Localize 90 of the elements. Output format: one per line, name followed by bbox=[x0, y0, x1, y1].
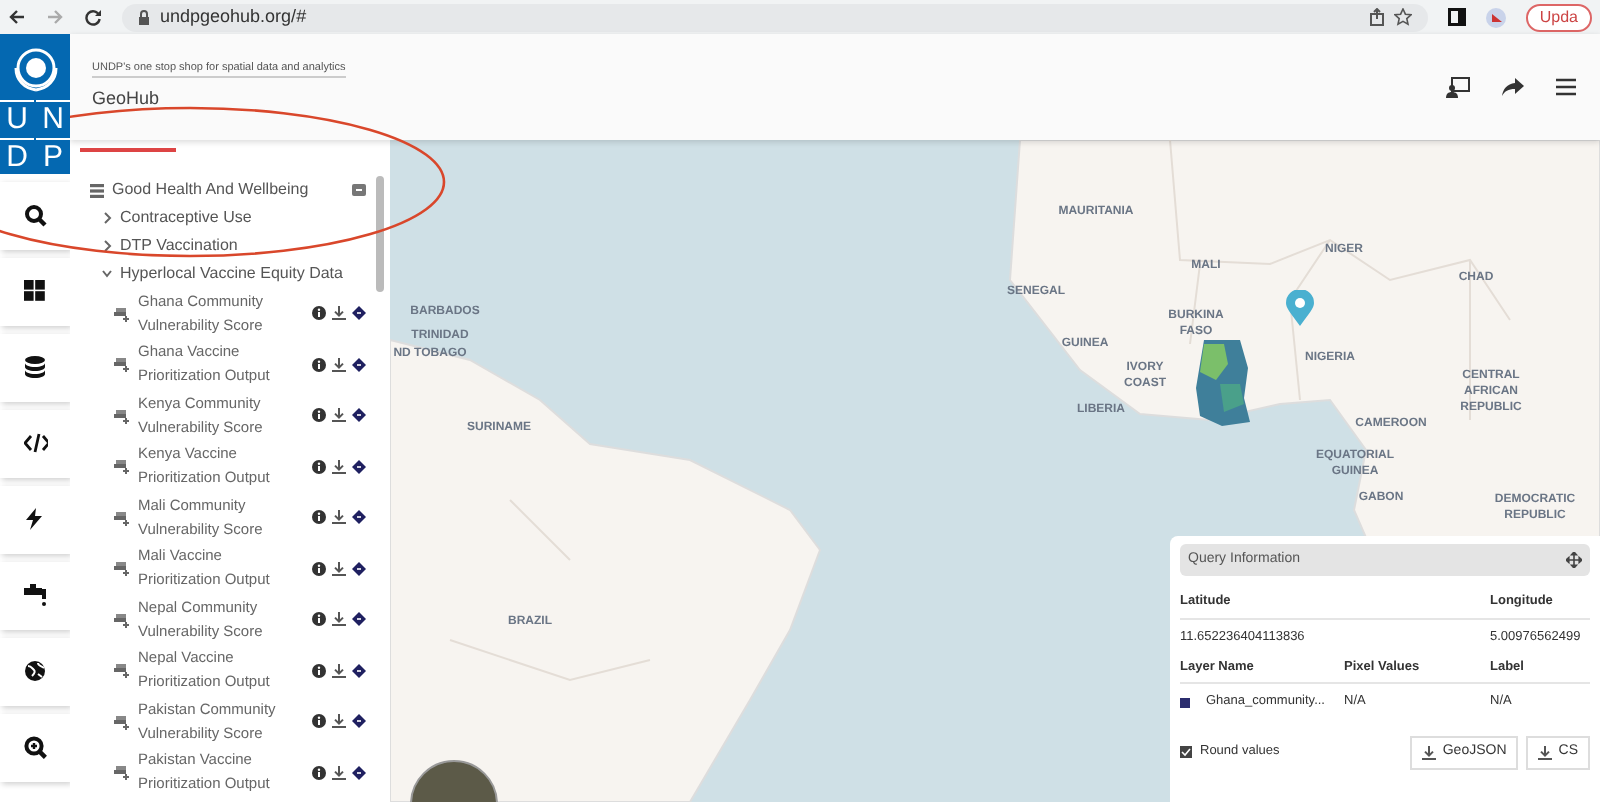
diamond-icon[interactable] bbox=[352, 612, 366, 627]
globe-icon bbox=[23, 660, 47, 684]
info-icon[interactable] bbox=[312, 408, 326, 423]
faucet-icon bbox=[23, 584, 47, 608]
diamond-icon[interactable] bbox=[352, 561, 366, 576]
dashboard-button[interactable] bbox=[0, 258, 70, 326]
download-icon[interactable] bbox=[332, 357, 346, 372]
download-icon[interactable] bbox=[332, 714, 346, 729]
info-icon[interactable] bbox=[312, 714, 326, 729]
info-icon[interactable] bbox=[312, 459, 326, 474]
layers-icon bbox=[114, 509, 132, 526]
diamond-icon[interactable] bbox=[352, 306, 366, 321]
layers-icon bbox=[114, 458, 132, 475]
search-icon bbox=[23, 204, 47, 228]
lock-icon bbox=[138, 9, 150, 25]
folder-label: DTP Vaccination bbox=[120, 234, 238, 258]
layers-icon bbox=[114, 662, 132, 679]
info-icon[interactable] bbox=[312, 663, 326, 678]
info-icon[interactable] bbox=[312, 357, 326, 372]
update-button[interactable]: Upda bbox=[1525, 3, 1592, 31]
globe-button[interactable] bbox=[0, 638, 70, 706]
layers-icon bbox=[114, 356, 132, 373]
faucet-button[interactable] bbox=[0, 562, 70, 630]
star-icon[interactable] bbox=[1393, 8, 1412, 26]
presentation-icon[interactable] bbox=[1446, 76, 1470, 98]
diamond-icon[interactable] bbox=[352, 357, 366, 372]
search-button[interactable] bbox=[0, 182, 70, 250]
info-icon[interactable] bbox=[312, 510, 326, 525]
info-icon[interactable] bbox=[312, 561, 326, 576]
layer-folder-row[interactable]: Hyperlocal Vaccine Equity Data bbox=[80, 260, 390, 288]
lightning-icon bbox=[23, 508, 47, 532]
share-icon[interactable] bbox=[1369, 8, 1384, 26]
info-icon[interactable] bbox=[312, 765, 326, 780]
collapse-icon[interactable] bbox=[352, 184, 366, 196]
undp-logo[interactable]: U N D P bbox=[0, 34, 70, 174]
list-icon bbox=[90, 183, 104, 197]
download-icon[interactable] bbox=[332, 612, 346, 627]
download-icon[interactable] bbox=[332, 765, 346, 780]
layer-folder-row[interactable]: DTP Vaccination bbox=[80, 232, 390, 260]
logo-letter: D bbox=[0, 138, 34, 174]
layers-icon bbox=[114, 764, 132, 781]
layers-icon bbox=[114, 713, 132, 730]
info-icon[interactable] bbox=[312, 306, 326, 321]
zoom-search-button[interactable] bbox=[0, 714, 70, 782]
layers-icon bbox=[114, 407, 132, 424]
reload-icon[interactable] bbox=[84, 8, 102, 26]
round-values-checkbox[interactable] bbox=[1180, 746, 1192, 759]
scrollbar-thumb[interactable] bbox=[376, 176, 384, 292]
side-panel-icon[interactable] bbox=[1447, 8, 1466, 26]
diamond-icon[interactable] bbox=[352, 510, 366, 525]
download-icon[interactable] bbox=[332, 663, 346, 678]
zoom-search-icon bbox=[23, 736, 47, 760]
diamond-icon[interactable] bbox=[352, 408, 366, 423]
diamond-icon[interactable] bbox=[352, 663, 366, 678]
diamond-icon[interactable] bbox=[352, 765, 366, 780]
download-icon bbox=[1538, 745, 1553, 760]
download-icon[interactable] bbox=[332, 408, 346, 423]
folder-label: Contraceptive Use bbox=[120, 206, 252, 230]
logo-letter: U bbox=[0, 100, 34, 136]
layer-swatch-icon bbox=[1180, 697, 1190, 707]
code-button[interactable] bbox=[0, 410, 70, 478]
diamond-icon[interactable] bbox=[352, 714, 366, 729]
info-icon[interactable] bbox=[312, 612, 326, 627]
layer-folder-row[interactable]: Contraceptive Use bbox=[80, 204, 390, 232]
download-icon[interactable] bbox=[332, 510, 346, 525]
diamond-icon[interactable] bbox=[352, 459, 366, 474]
code-icon bbox=[23, 432, 47, 456]
folder-label: Hyperlocal Vaccine Equity Data bbox=[120, 262, 343, 286]
download-icon[interactable] bbox=[332, 306, 346, 321]
database-icon bbox=[23, 356, 47, 380]
layers-icon bbox=[114, 611, 132, 628]
url-text[interactable]: undpgeohub.org/# bbox=[160, 3, 307, 31]
share-icon[interactable] bbox=[1502, 78, 1524, 96]
lightning-button[interactable] bbox=[0, 486, 70, 554]
layer-group-row[interactable]: Good Health And Wellbeing bbox=[80, 176, 390, 204]
active-tab-indicator bbox=[80, 148, 176, 152]
layers-icon bbox=[114, 305, 132, 322]
site-title[interactable]: GeoHub bbox=[92, 86, 346, 114]
profile-avatar-icon[interactable] bbox=[1485, 7, 1506, 27]
move-icon[interactable] bbox=[1566, 552, 1582, 568]
data-button[interactable] bbox=[0, 334, 70, 402]
back-arrow-icon[interactable] bbox=[8, 8, 26, 26]
download-icon[interactable] bbox=[332, 459, 346, 474]
menu-icon[interactable] bbox=[1556, 78, 1576, 96]
layers-icon bbox=[114, 560, 132, 577]
download-icon[interactable] bbox=[332, 561, 346, 576]
grid-icon bbox=[23, 280, 47, 304]
download-icon bbox=[1422, 745, 1437, 760]
raster-layer-drawing[interactable] bbox=[1196, 340, 1252, 426]
group-label: Good Health And Wellbeing bbox=[112, 178, 311, 202]
